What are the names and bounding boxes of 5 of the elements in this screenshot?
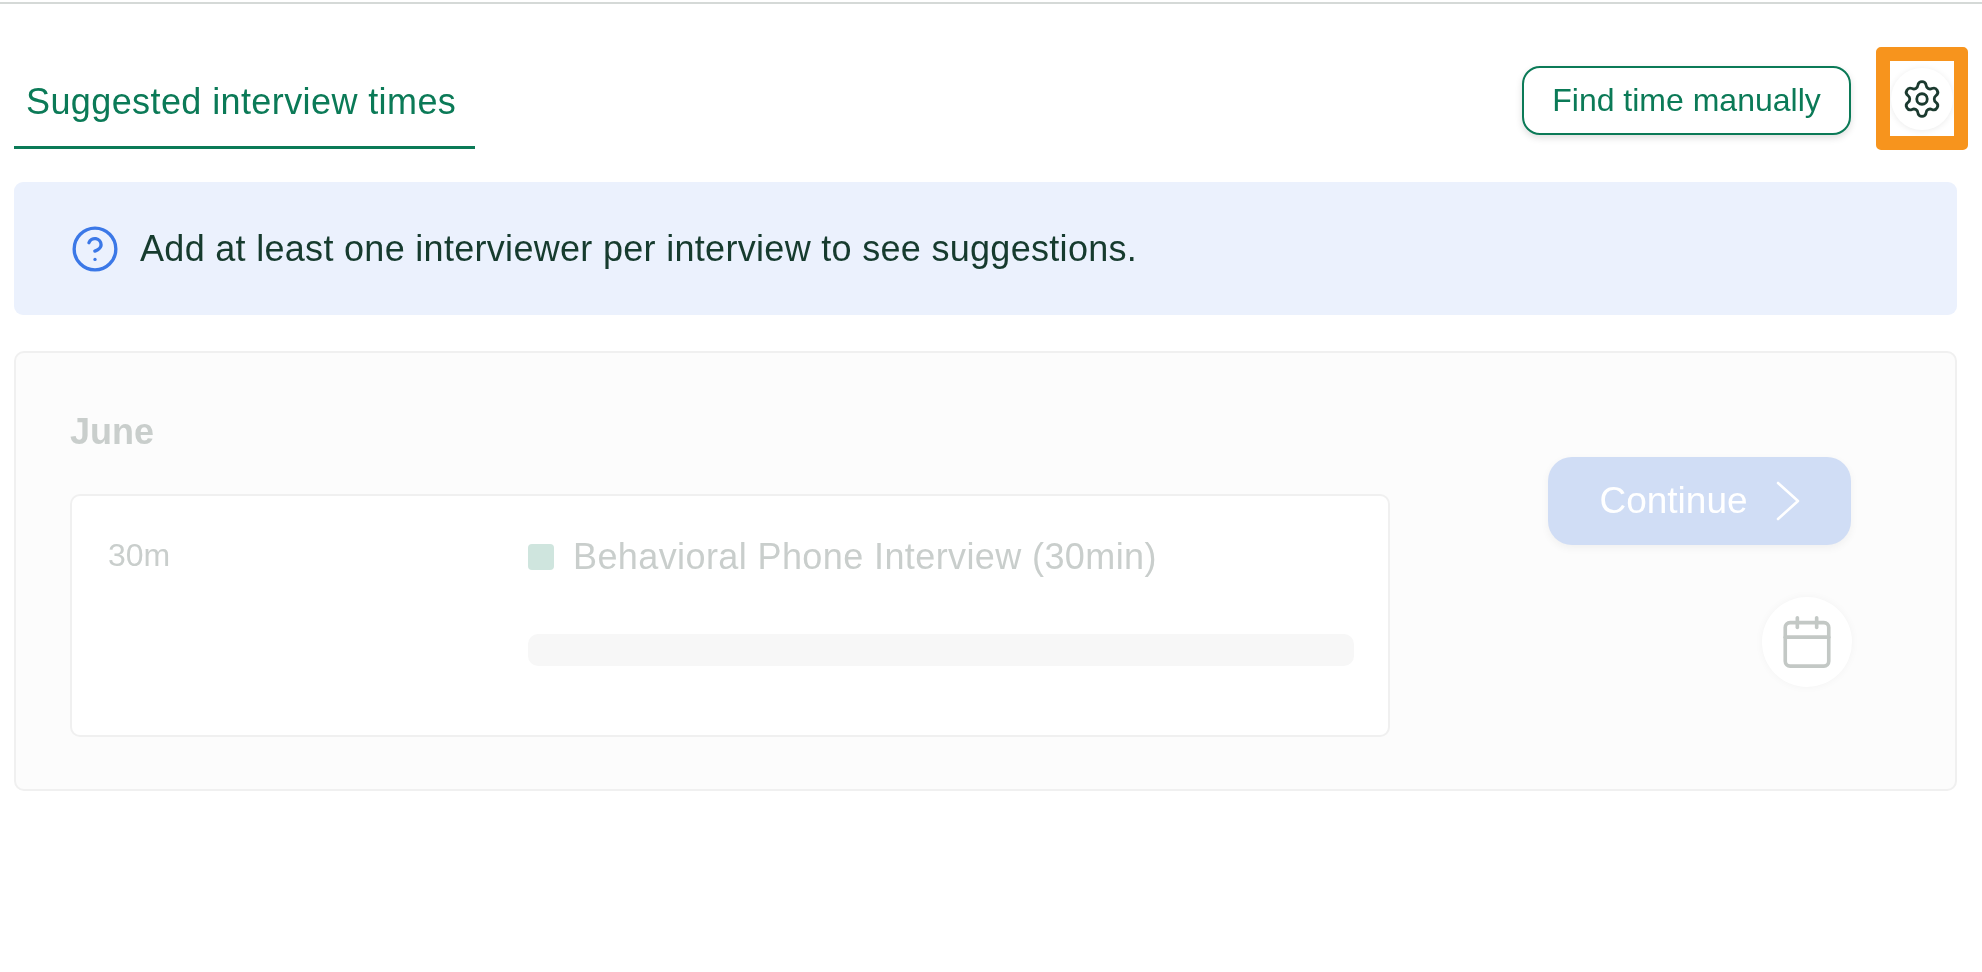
settings-button[interactable]: [1891, 67, 1953, 130]
notice-text: Add at least one interviewer per interview to see suggestions.: [140, 227, 1138, 270]
find-time-button[interactable]: Find time manually: [1522, 66, 1851, 135]
chevron-right-icon: [1775, 481, 1800, 521]
tab[interactable]: Suggested interview times: [14, 82, 475, 149]
